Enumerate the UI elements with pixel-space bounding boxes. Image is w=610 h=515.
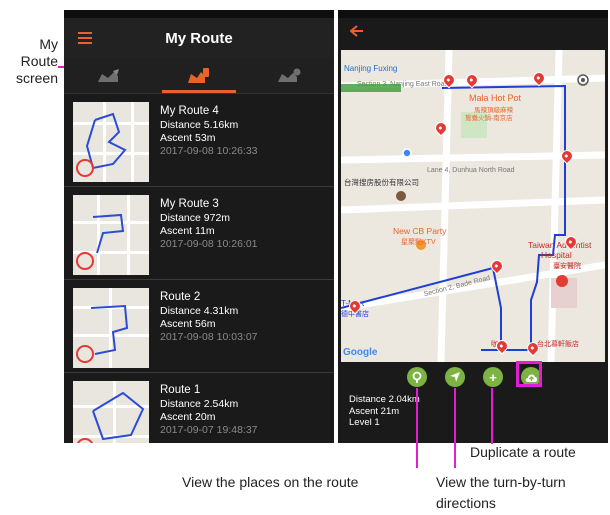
route-distance: Distance 972m <box>160 212 231 224</box>
route-add-icon <box>278 68 301 82</box>
callout-line-directions <box>454 388 456 468</box>
stats-level: Level 1 <box>349 417 380 428</box>
route-distance: Distance 5.16km <box>160 119 239 131</box>
callout-line: Route <box>20 53 58 69</box>
view-places-callout: View the places on the route <box>182 474 359 490</box>
route-ascent: Ascent 20m <box>160 411 216 423</box>
route-date: 2017-09-08 10:26:01 <box>160 238 258 250</box>
status-bar <box>64 10 334 18</box>
tab-bar <box>64 58 334 94</box>
route-ascent: Ascent 11m <box>160 225 215 237</box>
my-route-screen-callout: My Route screen <box>2 36 58 87</box>
my-route-icon <box>188 67 209 83</box>
route-ascent: Ascent 56m <box>160 318 216 330</box>
route-map[interactable]: Nanjing Fuxing Section 3, Nanjing East R… <box>341 50 605 362</box>
tab-create-route[interactable] <box>64 58 154 93</box>
route-name: My Route 3 <box>160 198 219 210</box>
map-label: Section 3, Nanjing East Road <box>357 81 449 88</box>
duplicate-route-callout: Duplicate a route <box>470 444 576 460</box>
tab-my-route[interactable] <box>154 58 244 93</box>
plus-icon: + <box>489 369 497 385</box>
duplicate-route-button[interactable]: + <box>483 367 503 387</box>
callout-line: My <box>39 36 58 52</box>
route-edit-icon <box>98 68 119 82</box>
map-label: Taiwan Adventist <box>528 240 592 250</box>
callout-line: screen <box>15 70 58 86</box>
route-list-item[interactable]: My Route 3 Distance 972m Ascent 11m 2017… <box>64 187 334 280</box>
route-distance: Distance 4.31km <box>160 305 239 317</box>
route-detail-screen: Nanjing Fuxing Section 3, Nanjing East R… <box>338 10 608 443</box>
stats-distance: Distance 2.04km <box>349 394 420 405</box>
route-map-thumbnail <box>73 102 149 182</box>
directions-callout-line1: View the turn-by-turn <box>436 474 566 490</box>
back-arrow-icon[interactable] <box>350 25 364 37</box>
page-title: My Route <box>165 30 233 47</box>
route-date: 2017-09-08 10:03:07 <box>160 331 258 343</box>
route-name: My Route 4 <box>160 105 219 117</box>
turn-by-turn-button[interactable] <box>445 367 465 387</box>
tab-shared-route[interactable] <box>244 58 334 93</box>
map-label: 台灣搜房股份有限公司 <box>344 178 419 187</box>
google-logo: Google <box>343 347 378 358</box>
map-label: 星聚點KTV <box>401 239 436 246</box>
route-date: 2017-09-07 19:48:37 <box>160 424 258 436</box>
route-list-item[interactable]: My Route 4 Distance 5.16km Ascent 53m 20… <box>64 94 334 187</box>
route-map-thumbnail <box>73 288 149 368</box>
route-path-line <box>76 391 145 443</box>
app-bar: My Route <box>64 18 334 58</box>
route-path-line <box>76 213 125 270</box>
map-label: 台北慕軒飯店 <box>537 341 579 348</box>
place-pin-icon <box>412 371 422 383</box>
my-route-screen: My Route My Route 4 Distance 5.16km Asce… <box>64 10 334 443</box>
route-map-thumbnail <box>73 195 149 275</box>
route-name: Route 1 <box>160 384 201 396</box>
route-stats: Distance 2.04km Ascent 21m Level 1 <box>349 394 420 429</box>
map-label: 臺安醫院 <box>553 263 581 270</box>
route-name: Route 2 <box>160 291 201 303</box>
map-label: Lane 4, Dunhua North Road <box>427 167 515 174</box>
directions-callout-line2: directions <box>436 495 496 511</box>
my-location-icon[interactable] <box>575 72 591 88</box>
navigation-arrow-icon <box>450 372 460 382</box>
status-bar <box>338 10 608 18</box>
route-path-line <box>76 304 129 363</box>
map-label: Mala Hot Pot <box>469 93 522 103</box>
view-places-button[interactable] <box>407 367 427 387</box>
callout-line-places <box>416 388 418 468</box>
map-label: New CB Party <box>393 226 447 236</box>
route-list-item[interactable]: Route 2 Distance 4.31km Ascent 56m 2017-… <box>64 280 334 373</box>
highlight-box <box>516 361 542 387</box>
route-distance: Distance 2.54km <box>160 398 239 410</box>
route-ascent: Ascent 53m <box>160 132 216 144</box>
route-map-thumbnail <box>73 381 149 443</box>
map-label: Nanjing Fuxing <box>344 64 398 73</box>
map-label: Hospital <box>541 250 572 260</box>
stats-ascent: Ascent 21m <box>349 405 400 417</box>
route-path-line <box>76 112 127 177</box>
callout-line-duplicate <box>491 388 493 444</box>
route-date: 2017-09-08 10:26:33 <box>160 145 258 157</box>
map-label: 鴛鴦火鍋-南京店 <box>465 115 513 122</box>
route-list-item[interactable]: Route 1 Distance 2.54km Ascent 20m 2017-… <box>64 373 334 443</box>
